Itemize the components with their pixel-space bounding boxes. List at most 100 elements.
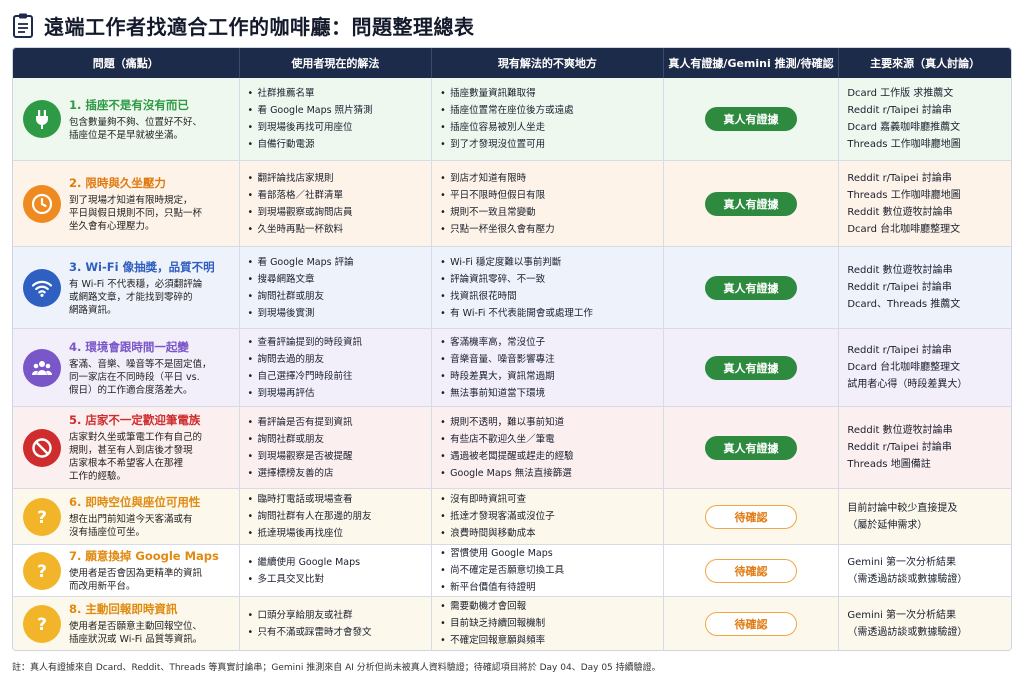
question-icon: ?: [23, 497, 61, 536]
pains-cell: 習慣使用 Google Maps尚不確定是否願意切換工具新平台價值有待證明: [432, 545, 664, 596]
status-badge: 真人有證據: [705, 107, 798, 131]
status-cell: 真人有證據: [664, 407, 840, 488]
table-row: ? 8. 主動回報即時資訊 使用者是否願意主動回報空位、 插座狀況或 Wi-Fi …: [13, 596, 1011, 650]
problem-desc: 包含數量夠不夠、位置好不好、 插座位是不是早就被坐滿。: [69, 116, 203, 141]
list-item: 繼續使用 Google Maps: [248, 554, 424, 571]
svg-text:?: ?: [37, 615, 47, 635]
problem-cell: 4. 環境會跟時間一起變 客滿、音樂、噪音等不是固定值， 同一家店在不同時段（平日…: [13, 329, 240, 406]
clock-icon: [23, 184, 61, 223]
list-item: 抵達現場後再找座位: [248, 525, 424, 542]
source-item: Reddit 數位遊牧討論串: [847, 425, 953, 436]
problem-desc: 到了現場才知道有限時規定， 平日與假日規則不同，只點一杯 坐久會有心理壓力。: [69, 194, 203, 232]
svg-text:?: ?: [37, 508, 47, 528]
question-icon: ?: [23, 604, 61, 643]
people-icon: [23, 348, 61, 387]
list-item: 沒有即時資訊可查: [440, 491, 655, 508]
list-item: 找資訊很花時間: [440, 288, 655, 305]
problem-cell: ? 6. 即時空位與座位可用性 想在出門前知道今天客滿或有 沒有插座位可坐。: [13, 489, 240, 544]
list-item: 不確定回報意願與頻率: [440, 632, 655, 649]
list-item: 詢問社群或朋友: [248, 431, 424, 448]
problem-title: 3. Wi-Fi 像抽獎，品質不明: [69, 259, 215, 274]
list-item: 自備行動電源: [248, 136, 424, 153]
source-item: Dcard、Threads 推薦文: [847, 299, 961, 310]
list-item: 自己選擇冷門時段前往: [248, 368, 424, 385]
list-item: 多工具交叉比對: [248, 571, 424, 588]
source-item: Reddit r/Taipei 討論串: [847, 442, 952, 453]
list-item: 插座位容易被別人坐走: [440, 119, 655, 136]
list-item: Google Maps 無法直接篩選: [440, 465, 655, 482]
list-item: 插座位置常在座位後方或遠處: [440, 102, 655, 119]
source-item: Reddit r/Taipei 討論串: [847, 172, 952, 184]
status-badge: 待確認: [705, 558, 798, 583]
solutions-cell: 查看評論提到的時段資訊詢問去過的朋友自己選擇冷門時段前往到現場再評估: [240, 329, 433, 406]
source-item: Reddit r/Taipei 討論串: [847, 345, 952, 356]
source-item: Gemini 第一次分析結果: [847, 609, 957, 621]
pains-cell: 客滿機率高，常沒位子音樂音量、噪音影響專注時段差異大，資訊常過期無法事前知道當下…: [432, 329, 664, 406]
problem-desc: 店家對久坐或筆電工作有自己的 規則，甚至有人到店後才發現 店家根本不希望客人在那裡工…: [69, 432, 203, 482]
solutions-cell: 口頭分享給朋友或社群只有不滿或踩雷時才會發文: [240, 597, 433, 650]
problem-cell: ? 7. 願意換掉 Google Maps 使用者是否會因為更精準的資訊 而改用新…: [13, 545, 240, 596]
list-item: 看評論是否有提到資訊: [248, 414, 424, 431]
list-item: 平日不限時但假日有限: [440, 187, 655, 204]
status-badge: 待確認: [705, 504, 798, 529]
pains-cell: Wi-Fi 穩定度難以事前判斷評論資訊零碎、不一致找資訊很花時間有 Wi-Fi …: [432, 247, 664, 328]
list-item: 久坐時再點一杯飲料: [248, 221, 424, 238]
sources-cell: Gemini 第一次分析結果 （需透過訪談或數據驗證）: [839, 545, 1011, 596]
table-row: 5. 店家不一定歡迎筆電族 店家對久坐或筆電工作有自己的 規則，甚至有人到店後才發…: [13, 406, 1011, 488]
list-item: 評論資訊零碎、不一致: [440, 271, 655, 288]
list-item: 尚不確定是否願意切換工具: [440, 562, 655, 579]
list-item: 無法事前知道當下環境: [440, 385, 655, 402]
source-item: （需透過訪談或數據驗證）: [847, 626, 968, 638]
source-item: 目前討論中較少直接提及: [847, 502, 958, 514]
table-row: ? 6. 即時空位與座位可用性 想在出門前知道今天客滿或有沒有插座位可坐。 臨時…: [13, 488, 1011, 544]
pains-cell: 需要動機才會回報目前缺乏持續回報機制不確定回報意願與頻率: [432, 597, 664, 650]
pains-cell: 插座數量資訊難取得插座位置常在座位後方或遠處插座位容易被別人坐走到了才發現沒位置…: [432, 78, 664, 160]
table-row: 2. 限時與久坐壓力 到了現場才知道有限時規定， 平日與假日規則不同，只點一杯 坐久…: [13, 160, 1011, 246]
list-item: 習慣使用 Google Maps: [440, 545, 655, 562]
problem-title: 7. 願意換掉 Google Maps: [69, 549, 219, 563]
source-item: Threads 工作咖啡廳地圖: [847, 139, 961, 150]
list-item: 看 Google Maps 照片猜測: [248, 102, 424, 119]
question-icon: ?: [23, 551, 61, 590]
list-item: 查看評論提到的時段資訊: [248, 334, 424, 351]
list-item: 口頭分享給朋友或社群: [248, 607, 424, 624]
list-item: 到現場後實測: [248, 305, 424, 322]
problem-cell: 5. 店家不一定歡迎筆電族 店家對久坐或筆電工作有自己的 規則，甚至有人到店後才發…: [13, 407, 240, 488]
problem-title: 6. 即時空位與座位可用性: [69, 495, 201, 509]
header-problem: 問題（痛點）: [13, 48, 240, 78]
list-item: 規則不一致且常變動: [440, 204, 655, 221]
problem-desc: 使用者是否會因為更精準的資訊 而改用新平台。: [69, 568, 203, 592]
problem-title: 8. 主動回報即時資訊: [69, 602, 178, 616]
problem-table: 問題（痛點） 使用者現在的解法 現有解法的不爽地方 真人有證據/Gemini 推…: [12, 47, 1012, 651]
status-cell: 真人有證據: [664, 78, 840, 160]
list-item: 到現場觀察或詢問店員: [248, 204, 424, 221]
problem-desc: 想在出門前知道今天客滿或有 沒有插座位可坐。: [69, 514, 193, 538]
status-badge: 真人有證據: [705, 355, 798, 380]
list-item: 到現場再評估: [248, 385, 424, 402]
problem-title: 2. 限時與久坐壓力: [69, 175, 166, 190]
source-item: Dcard 台北咖啡廳整理文: [847, 362, 961, 373]
svg-text:?: ?: [37, 562, 47, 582]
sources-cell: Reddit 數位遊牧討論串 Reddit r/Taipei 討論串 Threa…: [839, 407, 1011, 488]
wifi-icon: [23, 268, 61, 307]
source-item: Threads 地圖備註: [847, 459, 931, 470]
list-item: 只有不滿或踩雷時才會發文: [248, 624, 424, 641]
list-item: 遇過被老闆提醒或趕走的經驗: [440, 448, 655, 465]
solutions-cell: 翻評論找店家規則看部落格／社群清單到現場觀察或詢問店員久坐時再點一杯飲料: [240, 161, 433, 246]
source-item: 試用者心得（時段差異大）: [847, 379, 968, 390]
list-item: 客滿機率高，常沒位子: [440, 334, 655, 351]
list-item: 到了才發現沒位置可用: [440, 136, 655, 153]
plug-icon: [23, 100, 61, 138]
problem-desc: 有 Wi-Fi 不代表穩，必須翻評論 或網路文章，才能找到零碎的 網路資訊。: [69, 278, 203, 316]
problem-cell: 1. 插座不是有沒有而已 包含數量夠不夠、位置好不好、 插座位是不是早就被坐滿。: [13, 78, 240, 160]
header-pains: 現有解法的不爽地方: [432, 48, 664, 78]
source-item: （需透過訪談或數據驗證）: [847, 573, 968, 585]
pains-cell: 規則不透明，難以事前知道有些店不歡迎久坐／筆電遇過被老闆提醒或趕走的經驗Goog…: [432, 407, 664, 488]
list-item: 規則不透明，難以事前知道: [440, 414, 655, 431]
header-status: 真人有證據/Gemini 推測/待確認: [664, 48, 840, 78]
list-item: 到現場後再找可用座位: [248, 119, 424, 136]
list-item: 臨時打電話或現場查看: [248, 491, 424, 508]
table-row: ? 7. 願意換掉 Google Maps 使用者是否會因為更精準的資訊 而改用新…: [13, 544, 1011, 596]
table-row: 1. 插座不是有沒有而已 包含數量夠不夠、位置好不好、 插座位是不是早就被坐滿。 …: [13, 78, 1011, 160]
source-item: Reddit r/Taipei 討論串: [847, 282, 952, 293]
